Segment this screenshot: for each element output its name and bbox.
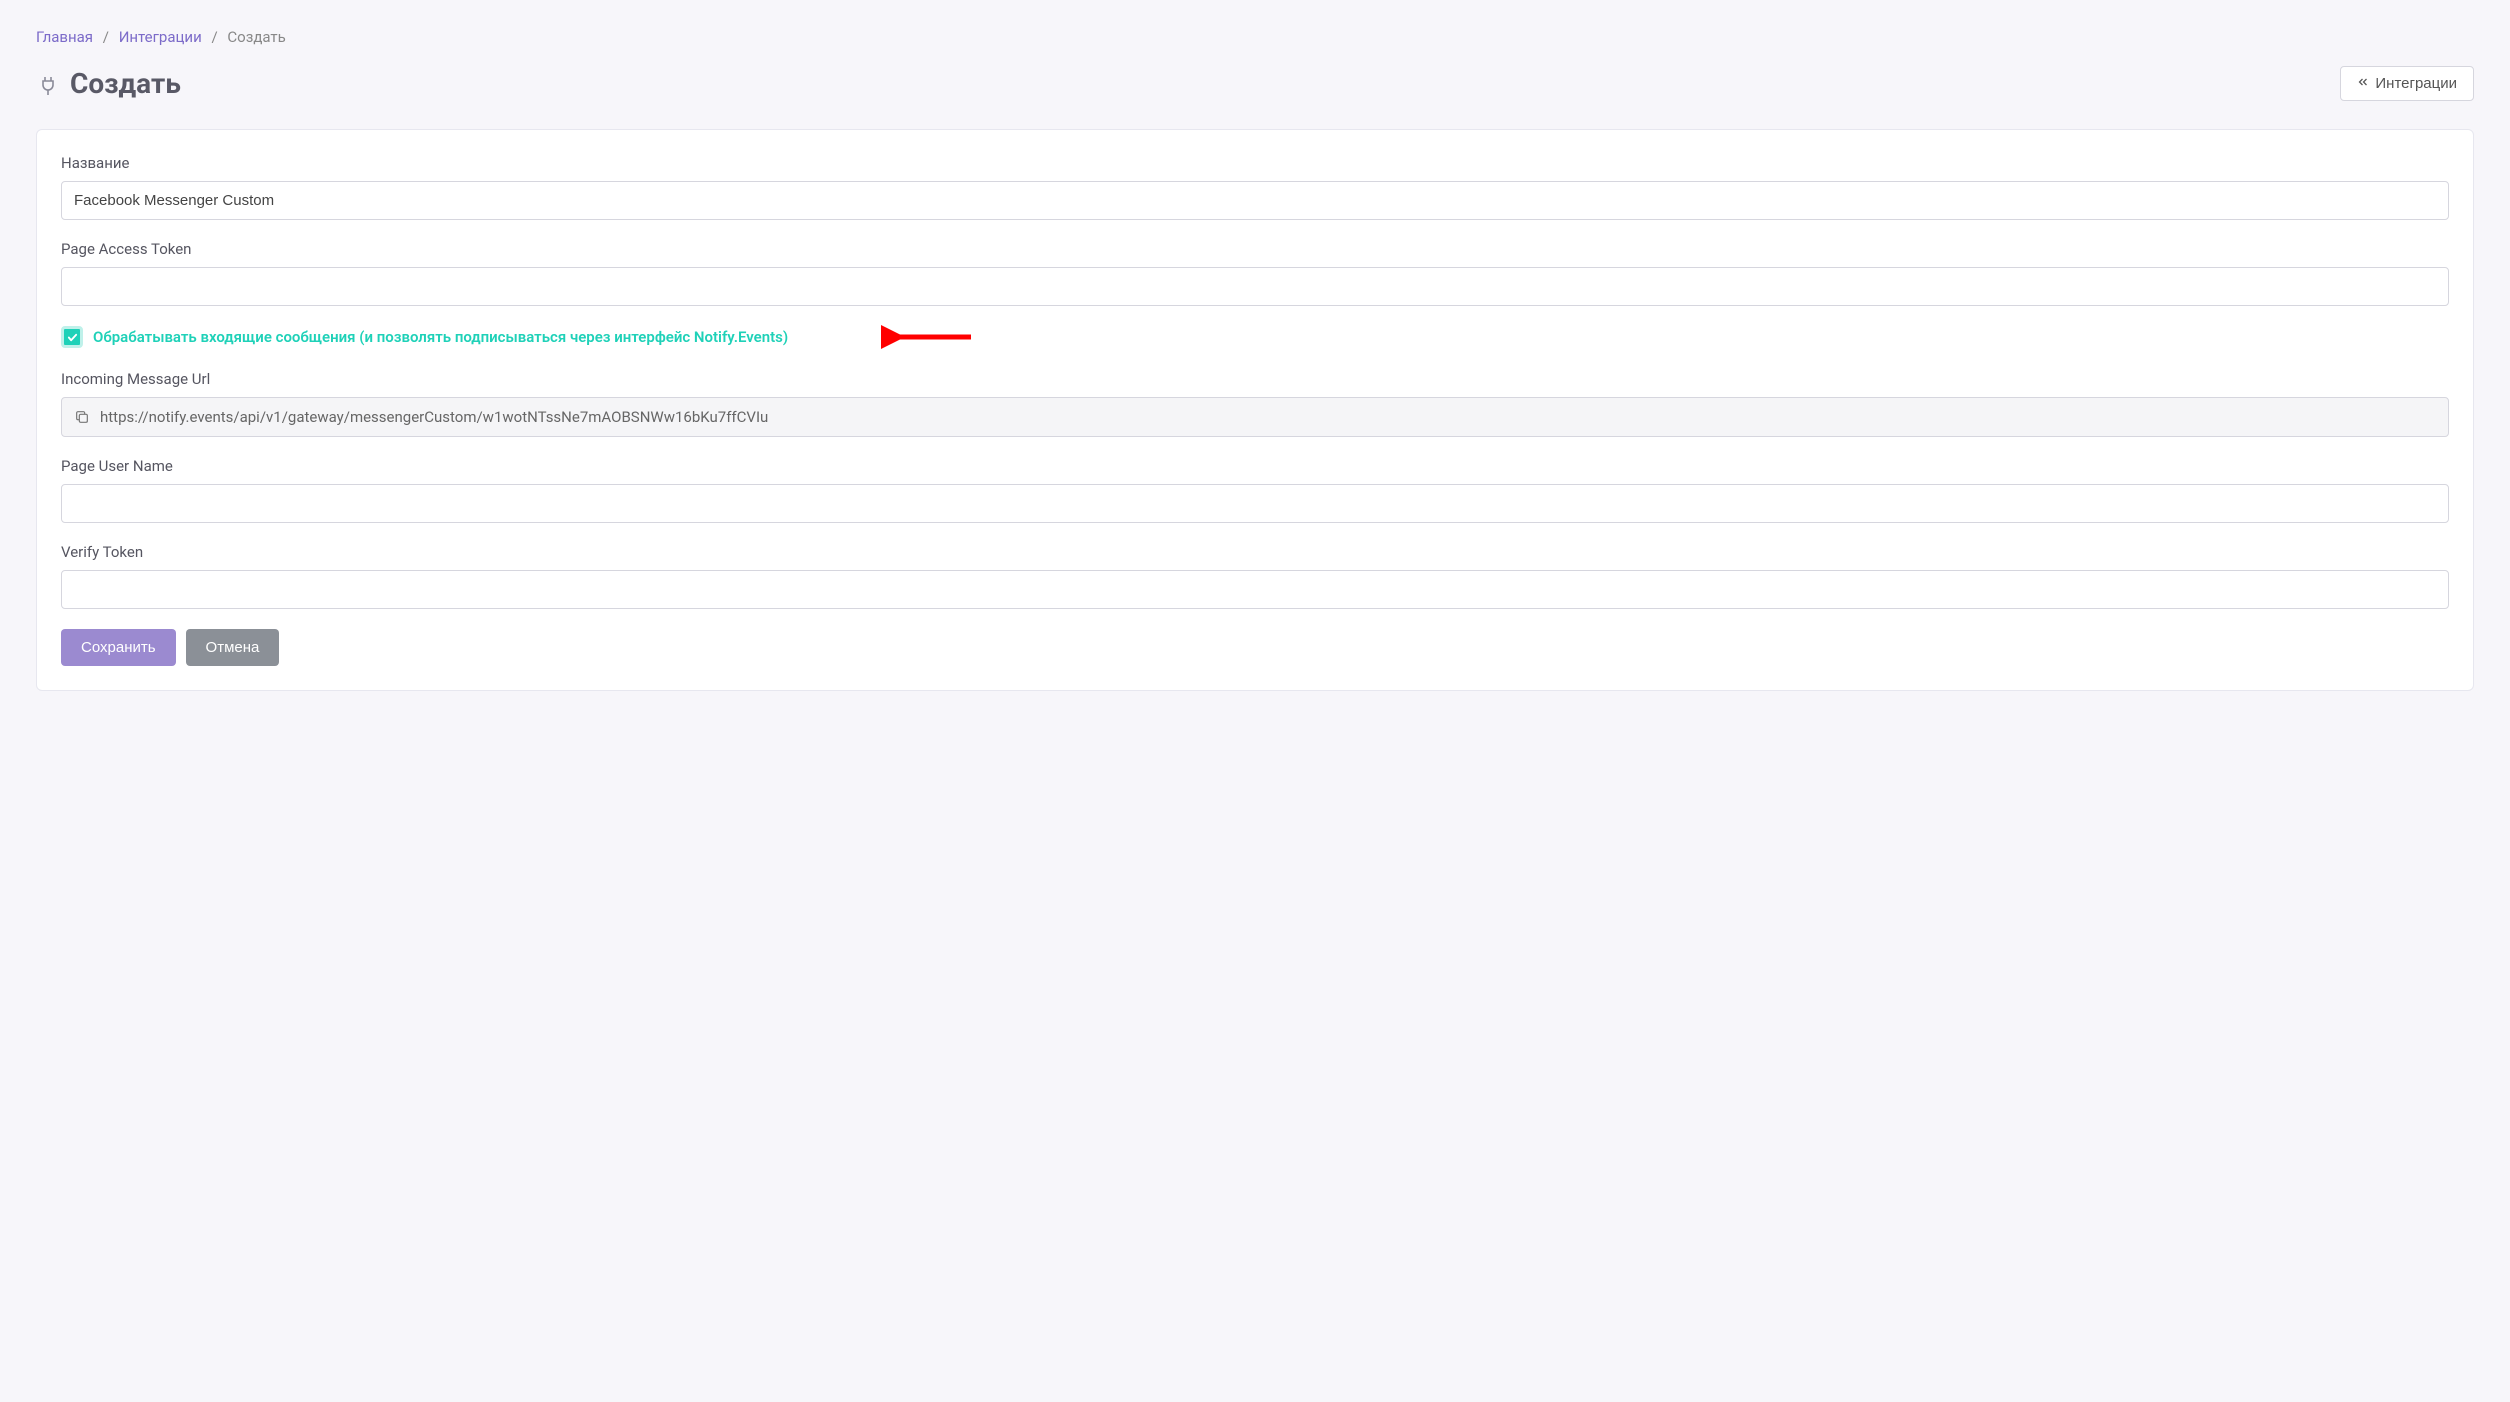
save-button[interactable]: Сохранить xyxy=(61,629,176,666)
verify-token-input[interactable] xyxy=(61,570,2449,609)
page-user-name-label: Page User Name xyxy=(61,457,2449,475)
breadcrumb: Главная / Интеграции / Создать xyxy=(36,28,2474,46)
form-card: Название Page Access Token Обрабатывать … xyxy=(36,129,2474,691)
name-label: Название xyxy=(61,154,2449,172)
copy-icon[interactable] xyxy=(74,409,90,425)
cancel-button[interactable]: Отмена xyxy=(186,629,280,666)
incoming-url-value: https://notify.events/api/v1/gateway/mes… xyxy=(100,408,768,426)
breadcrumb-sep: / xyxy=(103,28,109,46)
incoming-url-label: Incoming Message Url xyxy=(61,370,2449,388)
breadcrumb-home[interactable]: Главная xyxy=(36,28,93,46)
incoming-checkbox[interactable] xyxy=(61,326,83,348)
breadcrumb-integrations[interactable]: Интеграции xyxy=(119,28,202,46)
arrow-annotation-icon xyxy=(881,322,981,356)
incoming-checkbox-label[interactable]: Обрабатывать входящие сообщения (и позво… xyxy=(93,328,788,346)
page-access-token-label: Page Access Token xyxy=(61,240,2449,258)
page-access-token-input[interactable] xyxy=(61,267,2449,306)
incoming-url-field[interactable]: https://notify.events/api/v1/gateway/mes… xyxy=(61,397,2449,437)
plug-icon xyxy=(36,72,60,96)
chevron-double-left-icon xyxy=(2357,75,2369,92)
verify-token-label: Verify Token xyxy=(61,543,2449,561)
name-input[interactable] xyxy=(61,181,2449,220)
breadcrumb-current: Создать xyxy=(227,28,285,46)
breadcrumb-sep: / xyxy=(211,28,217,46)
back-to-integrations-button[interactable]: Интеграции xyxy=(2340,66,2474,101)
page-title: Создать xyxy=(36,67,181,100)
back-button-label: Интеграции xyxy=(2375,75,2457,92)
page-title-text: Создать xyxy=(70,67,181,100)
page-user-name-input[interactable] xyxy=(61,484,2449,523)
